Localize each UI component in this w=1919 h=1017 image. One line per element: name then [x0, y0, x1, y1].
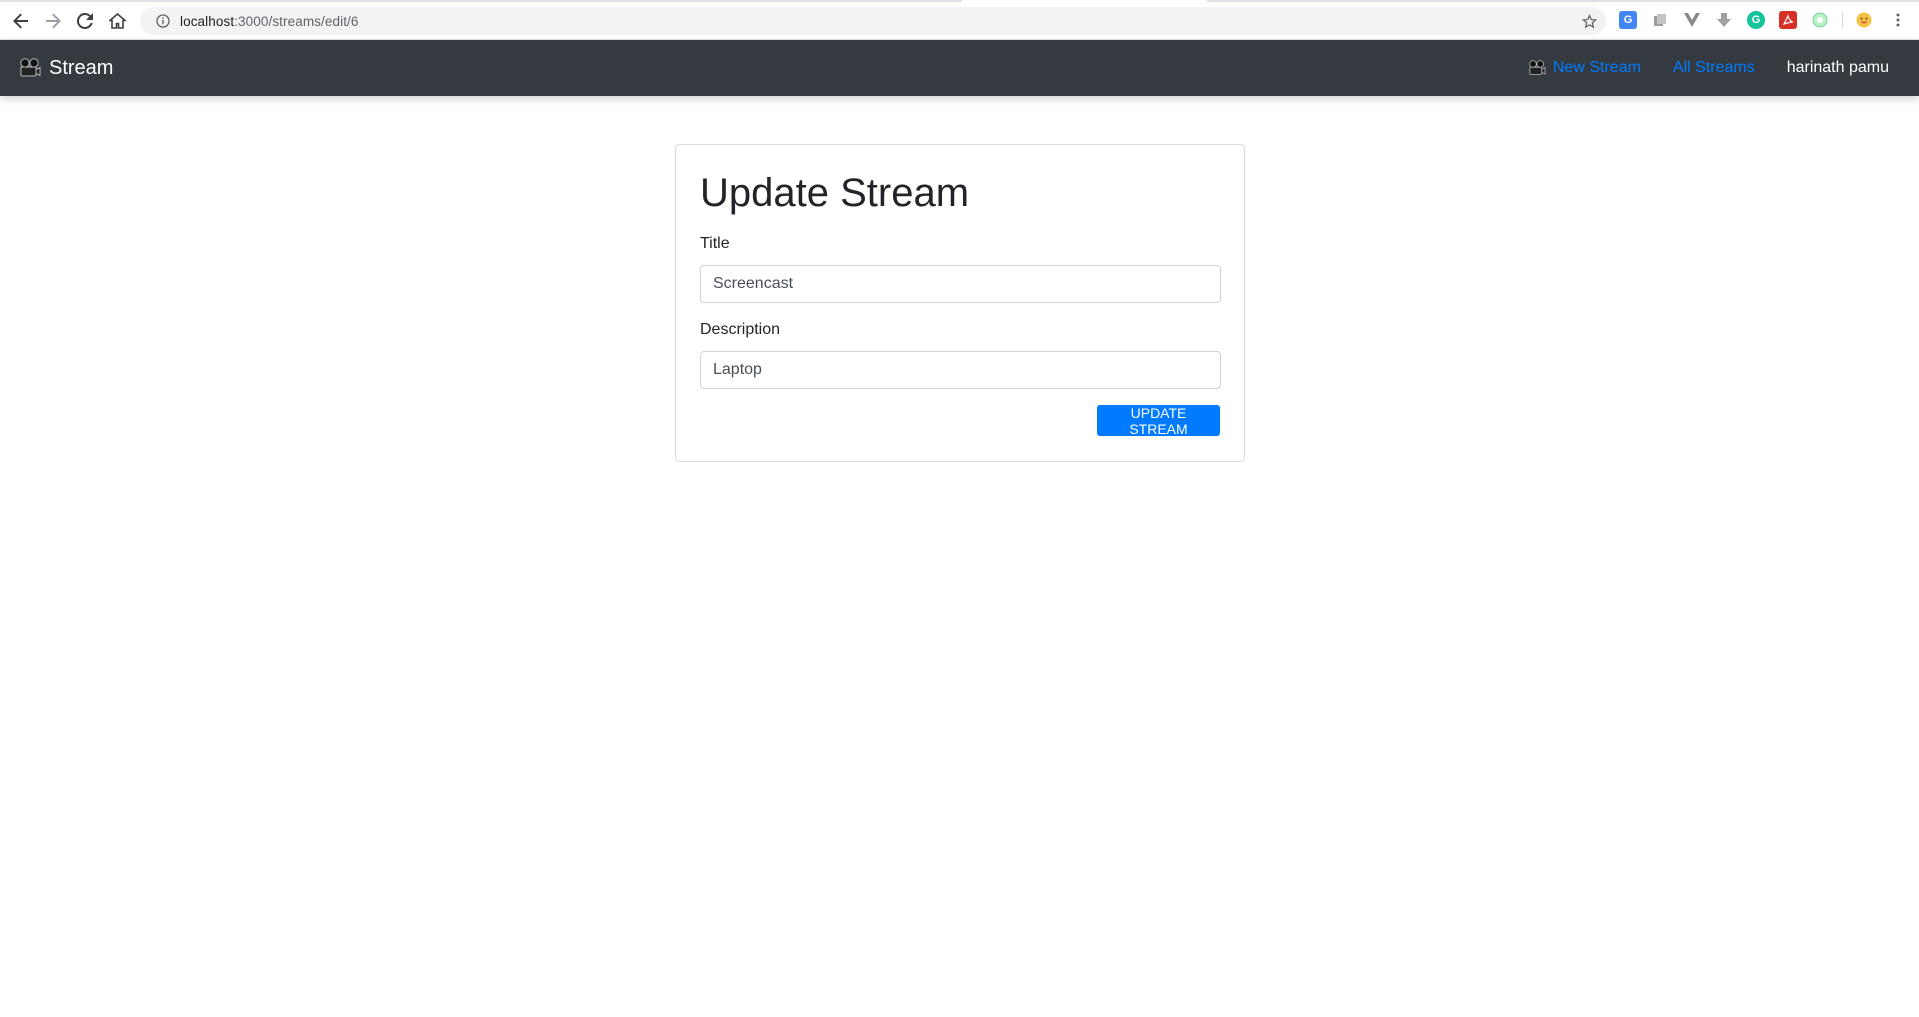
kebab-menu-icon[interactable]: [1889, 11, 1907, 29]
video-camera-icon: [19, 58, 41, 78]
app-navbar: Stream New Stream All Streams harinath p…: [0, 40, 1919, 96]
url-path: :3000/streams/edit/6: [234, 13, 359, 29]
translate-extension-icon[interactable]: G: [1619, 11, 1637, 29]
forward-button[interactable]: [41, 9, 65, 33]
star-icon[interactable]: [1578, 10, 1600, 32]
page-title: Update Stream: [700, 171, 970, 215]
grammarly-extension-icon[interactable]: G: [1747, 11, 1765, 29]
title-label: Title: [700, 235, 730, 252]
vue-extension-icon[interactable]: [1683, 11, 1701, 29]
title-input[interactable]: [700, 265, 1221, 303]
new-stream-link[interactable]: New Stream: [1528, 59, 1641, 77]
copy-extension-icon[interactable]: [1651, 11, 1669, 29]
description-label: Description: [700, 321, 781, 338]
reload-button[interactable]: [73, 9, 97, 33]
url-text: localhost:3000/streams/edit/6: [180, 14, 359, 29]
coloring-extension-icon[interactable]: [1811, 11, 1829, 29]
all-streams-link[interactable]: All Streams: [1673, 59, 1755, 77]
toolbar-divider: [1842, 12, 1843, 28]
navbar-links: New Stream All Streams harinath pamu: [1496, 40, 1889, 96]
emoji-extension-icon[interactable]: [1855, 11, 1873, 29]
new-stream-label: New Stream: [1552, 59, 1641, 76]
update-stream-card: Update Stream Title Description UPDATE S…: [675, 144, 1245, 462]
brand-link[interactable]: Stream: [19, 40, 113, 96]
info-icon[interactable]: [148, 7, 178, 35]
brand-label: Stream: [49, 56, 114, 79]
browser-toolbar: localhost:3000/streams/edit/6 G G: [0, 0, 1919, 40]
reload-icon: [77, 13, 93, 29]
update-stream-button[interactable]: UPDATE STREAM: [1097, 405, 1220, 437]
arrow-left-icon: [13, 13, 28, 29]
arrow-right-icon: [46, 13, 61, 29]
video-camera-icon: [1528, 60, 1546, 76]
tab-strip: [0, 0, 1919, 2]
description-input[interactable]: [700, 351, 1221, 389]
user-name: harinath pamu: [1786, 59, 1889, 76]
user-menu[interactable]: harinath pamu: [1787, 59, 1889, 77]
address-bar[interactable]: localhost:3000/streams/edit/6: [140, 7, 1606, 35]
pdf-extension-icon[interactable]: [1779, 11, 1797, 29]
download-extension-icon[interactable]: [1715, 11, 1733, 29]
url-host: localhost: [180, 13, 235, 29]
all-streams-label: All Streams: [1672, 59, 1755, 76]
home-icon: [108, 13, 126, 29]
back-button[interactable]: [9, 9, 33, 33]
home-button[interactable]: [105, 9, 129, 33]
